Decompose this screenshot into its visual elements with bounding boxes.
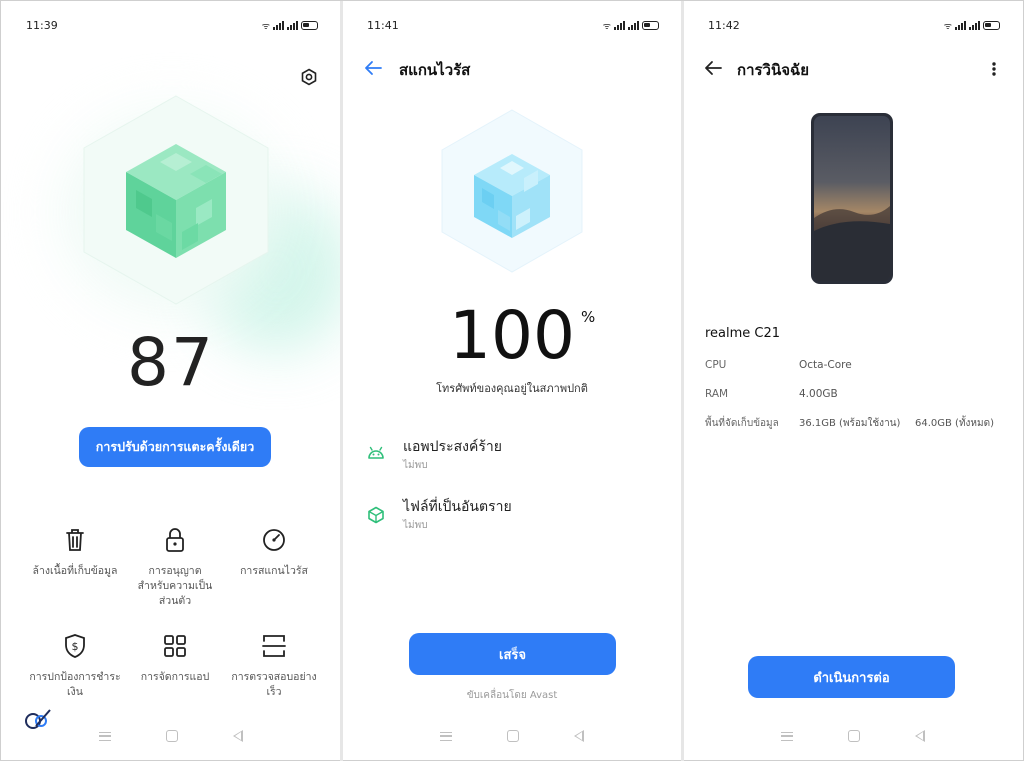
system-nav-bar bbox=[343, 726, 681, 746]
status-bar: 11:39 ᯤ bbox=[2, 19, 340, 35]
status-icons: ᯤ bbox=[944, 19, 1000, 32]
wallpaper-hills bbox=[814, 206, 890, 281]
system-nav-bar bbox=[684, 726, 1022, 746]
spec-value: Octa-Core bbox=[799, 359, 852, 371]
status-time: 11:41 bbox=[367, 19, 399, 32]
status-icons: ᯤ bbox=[262, 19, 318, 32]
done-button[interactable]: เสร็จ bbox=[409, 633, 616, 675]
signal-icon-2 bbox=[969, 21, 980, 30]
scan-row-result: ไม่พบ bbox=[403, 460, 428, 471]
trash-icon bbox=[66, 529, 84, 551]
wifi-icon: ᯤ bbox=[602, 22, 611, 32]
status-time: 11:39 bbox=[26, 19, 58, 32]
phone-manager-screen: 11:39 ᯤ 87 การปรับด้วยการแตะครั้งเดียว ล… bbox=[2, 2, 340, 760]
recent-apps-icon[interactable] bbox=[99, 731, 112, 741]
spec-row-cpu: CPU Octa-Core bbox=[705, 359, 1005, 373]
battery-icon bbox=[642, 21, 659, 30]
scan-row-result: ไม่พบ bbox=[403, 520, 428, 531]
device-image bbox=[811, 113, 893, 284]
signal-icon bbox=[955, 21, 966, 30]
recent-apps-icon[interactable] bbox=[440, 731, 453, 741]
recent-apps-icon[interactable] bbox=[781, 731, 794, 741]
grid-item-label: การตรวจสอบอย่างเร็ว bbox=[231, 671, 317, 698]
spec-value-total: 64.0GB (ทั้งหมด) bbox=[915, 418, 995, 429]
scan-result-malicious-apps: แอพประสงค์ร้าย ไม่พบ bbox=[367, 436, 647, 476]
battery-icon bbox=[983, 21, 1000, 30]
more-options-icon[interactable] bbox=[990, 61, 998, 77]
screen-divider bbox=[681, 1, 684, 761]
system-nav-bar bbox=[2, 726, 340, 746]
grid-item-virus-scan[interactable]: การสแกนไวรัส bbox=[219, 526, 329, 579]
status-bar: 11:41 ᯤ bbox=[343, 19, 681, 35]
svg-text:$: $ bbox=[72, 640, 79, 653]
spec-row-ram: RAM 4.00GB bbox=[705, 388, 1005, 402]
back-arrow-icon[interactable] bbox=[703, 60, 723, 76]
spec-key: พื้นที่จัดเก็บข้อมูล bbox=[705, 418, 779, 429]
grid-item-payment-protection[interactable]: $ การปกป้องการชำระเงิน bbox=[20, 632, 130, 700]
grid-item-app-management[interactable]: การจัดการแอป bbox=[120, 632, 230, 685]
status-time: 11:42 bbox=[708, 19, 740, 32]
back-triangle-icon[interactable] bbox=[914, 730, 925, 742]
grid-item-label: การอนุญาตสำหรับความเป็นส่วนตัว bbox=[137, 565, 213, 607]
apps-grid-icon bbox=[164, 635, 186, 657]
screenshot-frame: 11:39 ᯤ 87 การปรับด้วยการแตะครั้งเดียว ล… bbox=[0, 0, 1024, 761]
spec-key: RAM bbox=[705, 388, 729, 400]
one-tap-optimize-button[interactable]: การปรับด้วยการแตะครั้งเดียว bbox=[79, 427, 271, 467]
signal-icon bbox=[614, 21, 625, 30]
home-icon[interactable] bbox=[847, 730, 860, 742]
page-title: การวินิจฉัย bbox=[737, 61, 810, 79]
status-bar: 11:42 ᯤ bbox=[684, 19, 1022, 35]
back-triangle-icon[interactable] bbox=[232, 730, 243, 742]
spec-value: 4.00GB bbox=[799, 388, 838, 400]
grid-item-privacy-permission[interactable]: การอนุญาตสำหรับความเป็นส่วนตัว bbox=[120, 526, 230, 609]
cube-file-icon bbox=[368, 506, 384, 524]
diagnosis-screen: 11:42 ᯤ การวินิจฉัย realme C21 CPU Octa-… bbox=[684, 2, 1022, 760]
continue-button[interactable]: ดำเนินการต่อ bbox=[748, 656, 955, 698]
grid-item-quick-check[interactable]: การตรวจสอบอย่างเร็ว bbox=[219, 632, 329, 700]
quick-scan-icon bbox=[262, 635, 286, 657]
scan-progress-percent: 100 bbox=[449, 297, 575, 374]
shield-dollar-icon: $ bbox=[65, 634, 85, 658]
home-icon[interactable] bbox=[165, 730, 178, 742]
device-model-name: realme C21 bbox=[705, 326, 781, 341]
grid-item-label: การปกป้องการชำระเงิน bbox=[29, 671, 121, 698]
speedometer-icon bbox=[263, 529, 285, 551]
home-icon[interactable] bbox=[506, 730, 519, 742]
scan-status-text: โทรศัพท์ของคุณอยู่ในสภาพปกติ bbox=[436, 382, 588, 395]
signal-icon-2 bbox=[287, 21, 298, 30]
back-triangle-icon[interactable] bbox=[573, 730, 584, 742]
back-arrow-icon[interactable] bbox=[363, 60, 383, 76]
page-title: สแกนไวรัส bbox=[399, 61, 471, 79]
grid-item-label: การสแกนไวรัส bbox=[240, 565, 308, 577]
virus-scan-screen: 11:41 ᯤ สแกนไวรัส 100 % โทรศัพท์ของคุณอย… bbox=[343, 2, 681, 760]
optimization-score: 87 bbox=[127, 324, 215, 401]
spec-row-storage: พื้นที่จัดเก็บข้อมูล 36.1GB (พร้อมใช้งาน… bbox=[705, 416, 1015, 430]
scan-row-title: ไฟล์ที่เป็นอันตราย bbox=[403, 499, 512, 515]
status-icons: ᯤ bbox=[603, 19, 659, 32]
battery-icon bbox=[301, 21, 318, 30]
wifi-icon: ᯤ bbox=[261, 22, 270, 32]
wifi-icon: ᯤ bbox=[943, 22, 952, 32]
screen-divider bbox=[340, 1, 343, 761]
blue-cube-illustration bbox=[441, 109, 583, 273]
percent-sign: % bbox=[581, 308, 596, 326]
grid-item-label: ล้างเนื้อที่เก็บข้อมูล bbox=[32, 565, 118, 577]
spec-key: CPU bbox=[705, 359, 727, 371]
grid-item-clean-storage[interactable]: ล้างเนื้อที่เก็บข้อมูล bbox=[20, 526, 130, 579]
signal-icon-2 bbox=[628, 21, 639, 30]
spec-value-available: 36.1GB (พร้อมใช้งาน) bbox=[799, 418, 901, 429]
grid-item-label: การจัดการแอป bbox=[140, 671, 210, 683]
signal-icon bbox=[273, 21, 284, 30]
device-screen-wallpaper bbox=[814, 116, 890, 281]
scan-row-title: แอพประสงค์ร้าย bbox=[403, 439, 502, 455]
powered-by-text: ขับเคลื่อนโดย Avast bbox=[466, 690, 558, 701]
gear-icon[interactable] bbox=[300, 68, 318, 86]
android-icon bbox=[368, 446, 384, 459]
green-cube-illustration bbox=[83, 95, 269, 305]
scan-result-dangerous-files: ไฟล์ที่เป็นอันตราย ไม่พบ bbox=[367, 496, 647, 536]
lock-icon bbox=[166, 528, 184, 552]
